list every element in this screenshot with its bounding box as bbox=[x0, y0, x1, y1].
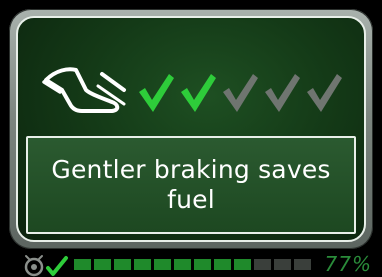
checkmark-icon bbox=[139, 74, 174, 112]
progress-segment bbox=[254, 259, 271, 270]
message-text: Gentler braking saves fuel bbox=[51, 155, 331, 214]
progress-segment bbox=[234, 259, 251, 270]
progress-segment bbox=[214, 259, 231, 270]
checkmark-icon bbox=[181, 74, 216, 112]
progress-segment bbox=[94, 259, 111, 270]
checkmark-icon bbox=[265, 74, 300, 112]
progress-segment bbox=[294, 259, 311, 270]
brake-pedal-foot-icon bbox=[42, 67, 126, 113]
checkmark-icon bbox=[223, 74, 258, 112]
rating-checks bbox=[136, 70, 344, 114]
progress-segment bbox=[194, 259, 211, 270]
progress-segment bbox=[154, 259, 171, 270]
progress-segment bbox=[74, 259, 91, 270]
eco-driving-screen: Gentler braking saves fuel 77% bbox=[0, 0, 382, 277]
progress-segment bbox=[134, 259, 151, 270]
progress-segment bbox=[174, 259, 191, 270]
progress-segment bbox=[274, 259, 291, 270]
progress-segment bbox=[114, 259, 131, 270]
efficiency-percent: 77% bbox=[324, 252, 372, 276]
message-box: Gentler braking saves fuel bbox=[26, 136, 356, 234]
fuel-efficiency-progress-bar bbox=[74, 259, 311, 270]
checkmark-icon bbox=[307, 74, 342, 112]
eco-indicator-icon bbox=[24, 255, 68, 277]
